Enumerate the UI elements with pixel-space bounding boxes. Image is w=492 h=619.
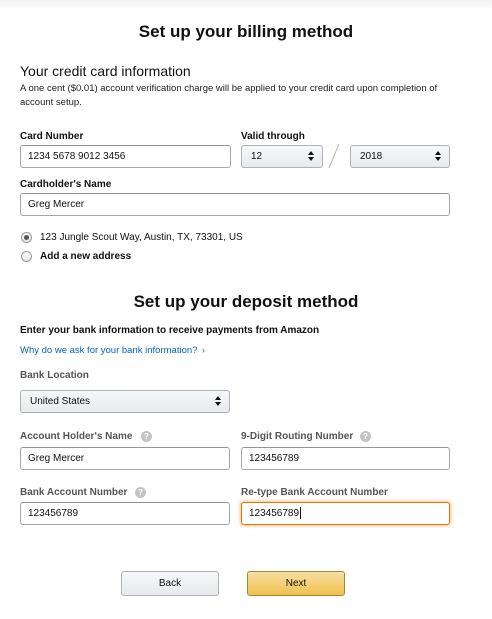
account-holder-label: Account Holder's Name bbox=[20, 431, 133, 442]
bank-account-input[interactable]: 123456789 bbox=[20, 502, 230, 525]
bank-location-label: Bank Location bbox=[20, 370, 89, 381]
retype-account-label: Re-type Bank Account Number bbox=[241, 487, 388, 498]
select-arrows-icon bbox=[435, 151, 441, 162]
deposit-title: Set up your deposit method bbox=[133, 292, 359, 311]
top-band bbox=[0, 0, 492, 10]
select-arrows-icon bbox=[308, 151, 314, 162]
help-icon[interactable]: ? bbox=[135, 487, 146, 498]
routing-number-input[interactable]: 123456789 bbox=[241, 447, 450, 470]
address-radio-existing[interactable] bbox=[21, 232, 32, 243]
help-icon[interactable]: ? bbox=[141, 431, 152, 442]
back-button[interactable]: Back bbox=[121, 571, 219, 596]
deposit-intro: Enter your bank information to receive p… bbox=[20, 325, 320, 336]
bank-account-label: Bank Account Number bbox=[20, 487, 128, 498]
expiry-month-select[interactable]: 12 bbox=[241, 145, 323, 168]
bank-location-select[interactable]: United States bbox=[20, 390, 230, 413]
new-address-option-text: Add a new address bbox=[40, 251, 132, 262]
next-button[interactable]: Next bbox=[247, 571, 345, 596]
chevron-right-icon: › bbox=[201, 345, 205, 355]
bank-location-value: United States bbox=[30, 396, 91, 407]
account-holder-input[interactable]: Greg Mercer bbox=[20, 447, 230, 470]
expiry-year-value: 2018 bbox=[360, 151, 383, 162]
verification-description: A one cent ($0.01) account verification … bbox=[20, 83, 438, 108]
routing-number-label: 9-Digit Routing Number bbox=[241, 431, 354, 442]
card-number-label: Card Number bbox=[20, 131, 84, 142]
retype-account-input[interactable]: 123456789 bbox=[241, 502, 450, 525]
why-bank-info-link[interactable]: Why do we ask for your bank information?… bbox=[20, 340, 205, 358]
valid-through-label: Valid through bbox=[241, 131, 305, 142]
card-info-heading: Your credit card information bbox=[20, 63, 191, 79]
address-option-text: 123 Jungle Scout Way, Austin, TX, 73301,… bbox=[40, 232, 243, 243]
help-icon[interactable]: ? bbox=[360, 431, 371, 442]
address-radio-new[interactable] bbox=[21, 251, 32, 262]
date-separator-slash bbox=[328, 143, 340, 169]
card-number-input[interactable]: 1234 5678 9012 3456 bbox=[20, 145, 231, 168]
retype-account-value: 123456789 bbox=[249, 508, 300, 519]
billing-title: Set up your billing method bbox=[138, 22, 354, 41]
text-cursor bbox=[300, 507, 302, 520]
cardholder-name-input[interactable]: Greg Mercer bbox=[20, 193, 450, 216]
expiry-month-value: 12 bbox=[251, 151, 263, 162]
why-bank-info-link-text: Why do we ask for your bank information? bbox=[20, 345, 198, 356]
cardholder-label: Cardholder's Name bbox=[20, 179, 112, 190]
expiry-year-select[interactable]: 2018 bbox=[350, 145, 450, 168]
select-arrows-icon bbox=[215, 396, 221, 407]
